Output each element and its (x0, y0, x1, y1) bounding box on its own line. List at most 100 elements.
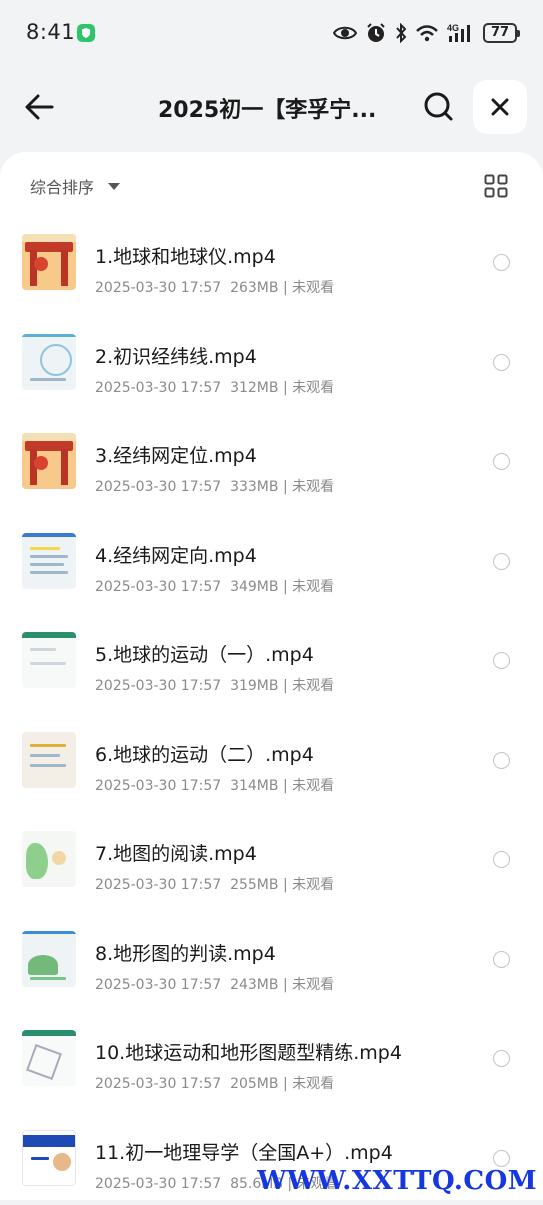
search-button[interactable] (418, 86, 460, 128)
list-item[interactable]: 7.地图的阅读.mp4 2025-03-30 17:57 255MB | 未观看 (0, 807, 543, 907)
file-name: 8.地形图的判读.mp4 (95, 939, 276, 966)
file-size: 333MB (230, 479, 278, 495)
video-thumbnail (22, 334, 76, 390)
list-item[interactable]: 10.地球运动和地形图题型精练.mp4 2025-03-30 17:57 205… (0, 1006, 543, 1106)
video-thumbnail (22, 533, 76, 589)
page-title: 2025初一【李孚宁... (158, 92, 376, 124)
list-item[interactable]: 5.地球的运动（一）.mp4 2025-03-30 17:57 319MB | … (0, 608, 543, 708)
file-meta: 2025-03-30 17:57 205MB | 未观看 (95, 1073, 334, 1093)
select-radio[interactable] (493, 851, 510, 868)
select-radio[interactable] (493, 254, 510, 271)
file-name: 1.地球和地球仪.mp4 (95, 242, 276, 269)
grid-view-button[interactable] (484, 174, 508, 198)
watch-status: 未观看 (292, 280, 334, 296)
grid-view-icon (484, 174, 508, 198)
file-name: 11.初一地理导学（全国A+）.mp4 (95, 1138, 393, 1165)
file-date: 2025-03-30 17:57 (95, 977, 221, 993)
file-sheet: 综合排序 1.地球和地球仪.mp4 2025-03-30 17:57 263MB… (0, 152, 543, 1200)
file-date: 2025-03-30 17:57 (95, 380, 221, 396)
file-name: 4.经纬网定向.mp4 (95, 541, 257, 568)
status-bar: 8:41 4G 77 (0, 0, 543, 66)
file-meta: 2025-03-30 17:57 314MB | 未观看 (95, 775, 334, 795)
file-size: 243MB (230, 977, 278, 993)
file-name: 2.初识经纬线.mp4 (95, 342, 257, 369)
meta-separator: | (283, 479, 288, 495)
file-size: 312MB (230, 380, 278, 396)
file-meta: 2025-03-30 17:57 333MB | 未观看 (95, 476, 334, 496)
meta-separator: | (283, 1076, 288, 1092)
file-date: 2025-03-30 17:57 (95, 280, 221, 296)
meta-separator: | (283, 280, 288, 296)
file-date: 2025-03-30 17:57 (95, 778, 221, 794)
watch-status: 未观看 (292, 479, 334, 495)
video-thumbnail (22, 732, 76, 788)
file-list: 1.地球和地球仪.mp4 2025-03-30 17:57 263MB | 未观… (0, 210, 543, 1205)
sort-dropdown[interactable]: 综合排序 (30, 174, 120, 198)
list-item[interactable]: 3.经纬网定位.mp4 2025-03-30 17:57 333MB | 未观看 (0, 409, 543, 509)
watch-status: 未观看 (292, 977, 334, 993)
file-size: 205MB (230, 1076, 278, 1092)
video-thumbnail (22, 931, 76, 987)
meta-separator: | (283, 778, 288, 794)
file-meta: 2025-03-30 17:57 255MB | 未观看 (95, 874, 334, 894)
file-name: 10.地球运动和地形图题型精练.mp4 (95, 1038, 402, 1065)
file-size: 319MB (230, 678, 278, 694)
file-date: 2025-03-30 17:57 (95, 1176, 221, 1192)
caret-down-icon (108, 183, 120, 190)
close-icon (489, 96, 511, 118)
file-meta: 2025-03-30 17:57 243MB | 未观看 (95, 974, 334, 994)
file-meta: 2025-03-30 17:57 312MB | 未观看 (95, 377, 334, 397)
video-thumbnail (22, 1030, 76, 1086)
select-radio[interactable] (493, 553, 510, 570)
list-item[interactable]: 2.初识经纬线.mp4 2025-03-30 17:57 312MB | 未观看 (0, 310, 543, 410)
select-radio[interactable] (493, 951, 510, 968)
file-name: 5.地球的运动（一）.mp4 (95, 640, 314, 667)
network-label: 4G (447, 23, 459, 33)
back-arrow-icon (20, 86, 62, 128)
list-item[interactable]: 1.地球和地球仪.mp4 2025-03-30 17:57 263MB | 未观… (0, 210, 543, 310)
file-name: 6.地球的运动（二）.mp4 (95, 740, 314, 767)
list-item[interactable]: 6.地球的运动（二）.mp4 2025-03-30 17:57 314MB | … (0, 708, 543, 808)
file-date: 2025-03-30 17:57 (95, 877, 221, 893)
select-radio[interactable] (493, 1050, 510, 1067)
signal-icon: 4G (447, 22, 475, 44)
eye-icon (333, 24, 357, 42)
alarm-icon (365, 22, 387, 44)
file-date: 2025-03-30 17:57 (95, 678, 221, 694)
list-item[interactable]: 4.经纬网定向.mp4 2025-03-30 17:57 349MB | 未观看 (0, 509, 543, 609)
watermark: WWW.XXTTQ.COM (257, 1166, 537, 1196)
file-meta: 2025-03-30 17:57 349MB | 未观看 (95, 576, 334, 596)
file-date: 2025-03-30 17:57 (95, 479, 221, 495)
file-meta: 2025-03-30 17:57 319MB | 未观看 (95, 675, 334, 695)
app-header: 2025初一【李孚宁... (0, 72, 543, 144)
video-thumbnail (22, 433, 76, 489)
select-radio[interactable] (493, 1150, 510, 1167)
video-thumbnail (22, 1130, 76, 1186)
file-size: 263MB (230, 280, 278, 296)
video-thumbnail (22, 831, 76, 887)
select-radio[interactable] (493, 752, 510, 769)
close-button[interactable] (473, 80, 527, 134)
watch-status: 未观看 (292, 678, 334, 694)
video-thumbnail (22, 234, 76, 290)
status-time: 8:41 (26, 20, 75, 44)
watch-status: 未观看 (292, 778, 334, 794)
file-meta: 2025-03-30 17:57 263MB | 未观看 (95, 277, 334, 297)
select-radio[interactable] (493, 354, 510, 371)
file-date: 2025-03-30 17:57 (95, 1076, 221, 1092)
list-item[interactable]: 8.地形图的判读.mp4 2025-03-30 17:57 243MB | 未观… (0, 907, 543, 1007)
file-date: 2025-03-30 17:57 (95, 579, 221, 595)
select-radio[interactable] (493, 652, 510, 669)
file-size: 314MB (230, 778, 278, 794)
watch-status: 未观看 (292, 579, 334, 595)
sort-label: 综合排序 (30, 174, 94, 198)
select-radio[interactable] (493, 453, 510, 470)
watch-status: 未观看 (292, 877, 334, 893)
watch-status: 未观看 (292, 1076, 334, 1092)
search-icon (418, 86, 460, 128)
file-size: 349MB (230, 579, 278, 595)
back-button[interactable] (20, 86, 62, 128)
file-size: 255MB (230, 877, 278, 893)
meta-separator: | (283, 877, 288, 893)
file-name: 3.经纬网定位.mp4 (95, 441, 257, 468)
